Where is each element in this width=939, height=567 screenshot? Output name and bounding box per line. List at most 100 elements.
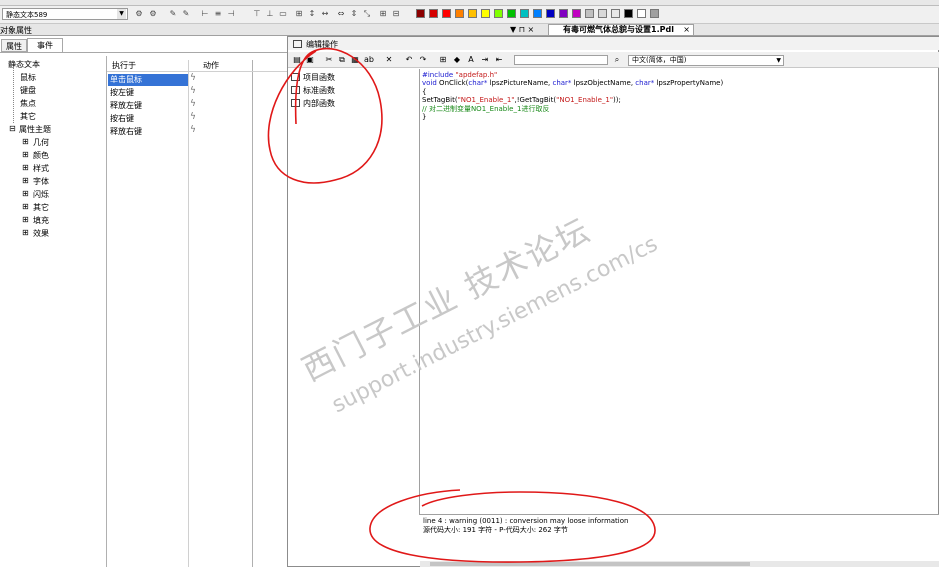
color-swatch[interactable] [416, 9, 425, 18]
compile-icon[interactable]: ▣ [305, 55, 315, 65]
color-swatch[interactable] [546, 9, 555, 18]
brush-icon[interactable]: ✎ [181, 9, 191, 19]
tree-item-mouse[interactable]: 鼠标 [20, 72, 36, 83]
lightning-icon[interactable]: ϟ [190, 73, 196, 83]
replace-icon[interactable]: ab [364, 55, 374, 65]
expand-icon[interactable]: ⊞ [22, 176, 29, 185]
paste-icon[interactable]: ▦ [350, 55, 360, 65]
size-both-icon[interactable]: ⤡ [362, 9, 372, 19]
expand-icon[interactable]: ⊞ [22, 228, 29, 237]
lightning-icon[interactable]: ϟ [190, 125, 196, 135]
copy-icon[interactable]: ⧉ [337, 55, 347, 65]
tree-item-topic[interactable]: 几何 [33, 137, 49, 148]
tree-item-standard-functions[interactable]: 标准函数 [291, 85, 335, 96]
expand-icon[interactable]: ⊞ [22, 215, 29, 224]
lightning-icon[interactable]: ϟ [190, 86, 196, 96]
color-swatch[interactable] [533, 9, 542, 18]
color-swatch[interactable] [559, 9, 568, 18]
tree-item-topic[interactable]: 闪烁 [33, 189, 49, 200]
grid-icon[interactable]: ⊟ [391, 9, 401, 19]
lightning-icon[interactable]: ϟ [190, 99, 196, 109]
expand-icon[interactable]: ⊞ [22, 137, 29, 146]
cube-icon[interactable]: ◆ [452, 55, 462, 65]
color-swatch[interactable] [507, 9, 516, 18]
chevron-down-icon[interactable]: ▼ [776, 56, 781, 65]
distribute-icon[interactable]: ↕ [307, 9, 317, 19]
color-swatch[interactable] [637, 9, 646, 18]
tree-item-topic[interactable]: 字体 [33, 176, 49, 187]
event-row[interactable]: 释放右键 [108, 126, 188, 138]
color-swatch[interactable] [442, 9, 451, 18]
color-swatch[interactable] [455, 9, 464, 18]
find-icon[interactable]: ⌕ [612, 55, 622, 65]
expand-icon[interactable]: ⊞ [22, 163, 29, 172]
tab-controls[interactable]: ▼ ⊓ × [510, 25, 534, 34]
distribute-icon[interactable]: ⊞ [294, 9, 304, 19]
code-editor[interactable]: #include "apdefap.h" void OnClick(char* … [422, 71, 932, 121]
color-swatch[interactable] [429, 9, 438, 18]
lightning-icon[interactable]: ϟ [190, 112, 196, 122]
align-bottom-icon[interactable]: ▭ [278, 9, 288, 19]
align-top-icon[interactable]: ⊤ [252, 9, 262, 19]
delete-icon[interactable]: ✕ [384, 55, 394, 65]
save-icon[interactable]: ▤ [292, 55, 302, 65]
color-swatch[interactable] [650, 9, 659, 18]
object-selector-combo[interactable]: 静态文本589 ▼ [2, 8, 128, 20]
object-tool-icon[interactable]: ⚙ [134, 9, 144, 19]
tree-item-topic[interactable]: 效果 [33, 228, 49, 239]
tree-item-internal-functions[interactable]: 内部函数 [291, 98, 335, 109]
tab-properties[interactable]: 属性 [1, 39, 27, 52]
tag-icon[interactable]: ⊞ [438, 55, 448, 65]
import-icon[interactable]: ⇥ [480, 55, 490, 65]
color-swatch[interactable] [481, 9, 490, 18]
tree-item-property-topics[interactable]: 属性主题 [19, 124, 51, 135]
align-right-icon[interactable]: ⊣ [226, 9, 236, 19]
size-height-icon[interactable]: ⇕ [349, 9, 359, 19]
tree-item-focus[interactable]: 焦点 [20, 98, 36, 109]
event-row[interactable]: 按右键 [108, 113, 188, 125]
tree-item-topic[interactable]: 颜色 [33, 150, 49, 161]
tree-item-project-functions[interactable]: 项目函数 [291, 72, 335, 83]
color-swatch[interactable] [585, 9, 594, 18]
event-row[interactable]: 单击鼠标 [108, 74, 188, 86]
color-swatch[interactable] [611, 9, 620, 18]
tree-item-topic[interactable]: 填充 [33, 215, 49, 226]
expand-icon[interactable]: ⊟ [9, 124, 16, 133]
expand-icon[interactable]: ⊞ [22, 189, 29, 198]
undo-icon[interactable]: ↶ [404, 55, 414, 65]
code-keyword: #include [422, 71, 454, 79]
color-swatch[interactable] [494, 9, 503, 18]
color-swatch[interactable] [572, 9, 581, 18]
object-tool-icon[interactable]: ⚙ [148, 9, 158, 19]
redo-icon[interactable]: ↷ [418, 55, 428, 65]
tree-item-topic[interactable]: 样式 [33, 163, 49, 174]
color-swatch[interactable] [520, 9, 529, 18]
event-row[interactable]: 释放左键 [108, 100, 188, 112]
distribute-icon[interactable]: ↔ [320, 9, 330, 19]
size-width-icon[interactable]: ⇔ [336, 9, 346, 19]
close-icon[interactable]: × [683, 25, 690, 35]
event-row[interactable]: 按左键 [108, 87, 188, 99]
grid-icon[interactable]: ⊞ [378, 9, 388, 19]
color-swatch[interactable] [624, 9, 633, 18]
align-center-icon[interactable]: ≡ [213, 9, 223, 19]
tree-item-keyboard[interactable]: 键盘 [20, 85, 36, 96]
cut-icon[interactable]: ✂ [324, 55, 334, 65]
color-swatch[interactable] [468, 9, 477, 18]
brush-icon[interactable]: ✎ [168, 9, 178, 19]
tree-item-topic[interactable]: 其它 [33, 202, 49, 213]
align-left-icon[interactable]: ⊢ [200, 9, 210, 19]
expand-icon[interactable]: ⊞ [22, 150, 29, 159]
font-icon[interactable]: A [466, 55, 476, 65]
language-select[interactable]: 中文(简体，中国) ▼ [628, 55, 784, 66]
scrollbar-thumb[interactable] [430, 562, 750, 566]
tab-events[interactable]: 事件 [27, 38, 63, 52]
expand-icon[interactable]: ⊞ [22, 202, 29, 211]
editor-search-input[interactable] [514, 55, 608, 65]
tree-item-other[interactable]: 其它 [20, 111, 36, 122]
tab-document[interactable]: 有毒可燃气体总貌与设置1.Pdl × [548, 24, 694, 35]
color-swatch[interactable] [598, 9, 607, 18]
export-icon[interactable]: ⇤ [494, 55, 504, 65]
align-middle-icon[interactable]: ⊥ [265, 9, 275, 19]
chevron-down-icon[interactable]: ▼ [117, 9, 126, 19]
